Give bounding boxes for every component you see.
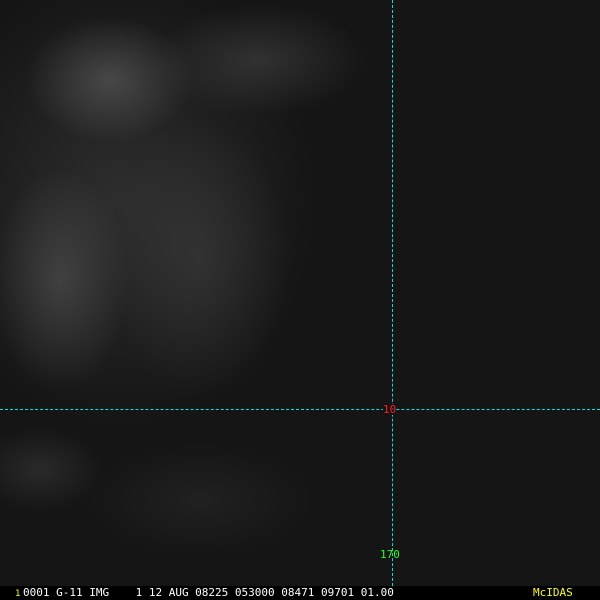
image-header-text: 0001 G-11 IMG 1 12 AUG 08225 053000 0847…	[23, 586, 394, 599]
longitude-label: 170	[380, 548, 400, 561]
latitude-label: 10	[383, 403, 397, 416]
image-info-bar: 1 0001 G-11 IMG 1 12 AUG 08225 053000 08…	[0, 586, 600, 600]
mcidas-brand: McIDAS	[533, 586, 573, 599]
satellite-imagery	[0, 0, 600, 586]
frame-number: 1	[15, 589, 21, 599]
latitude-gridline	[0, 409, 600, 410]
longitude-gridline	[392, 0, 393, 586]
satellite-image-viewer: 10 170 1 0001 G-11 IMG 1 12 AUG 08225 05…	[0, 0, 600, 600]
